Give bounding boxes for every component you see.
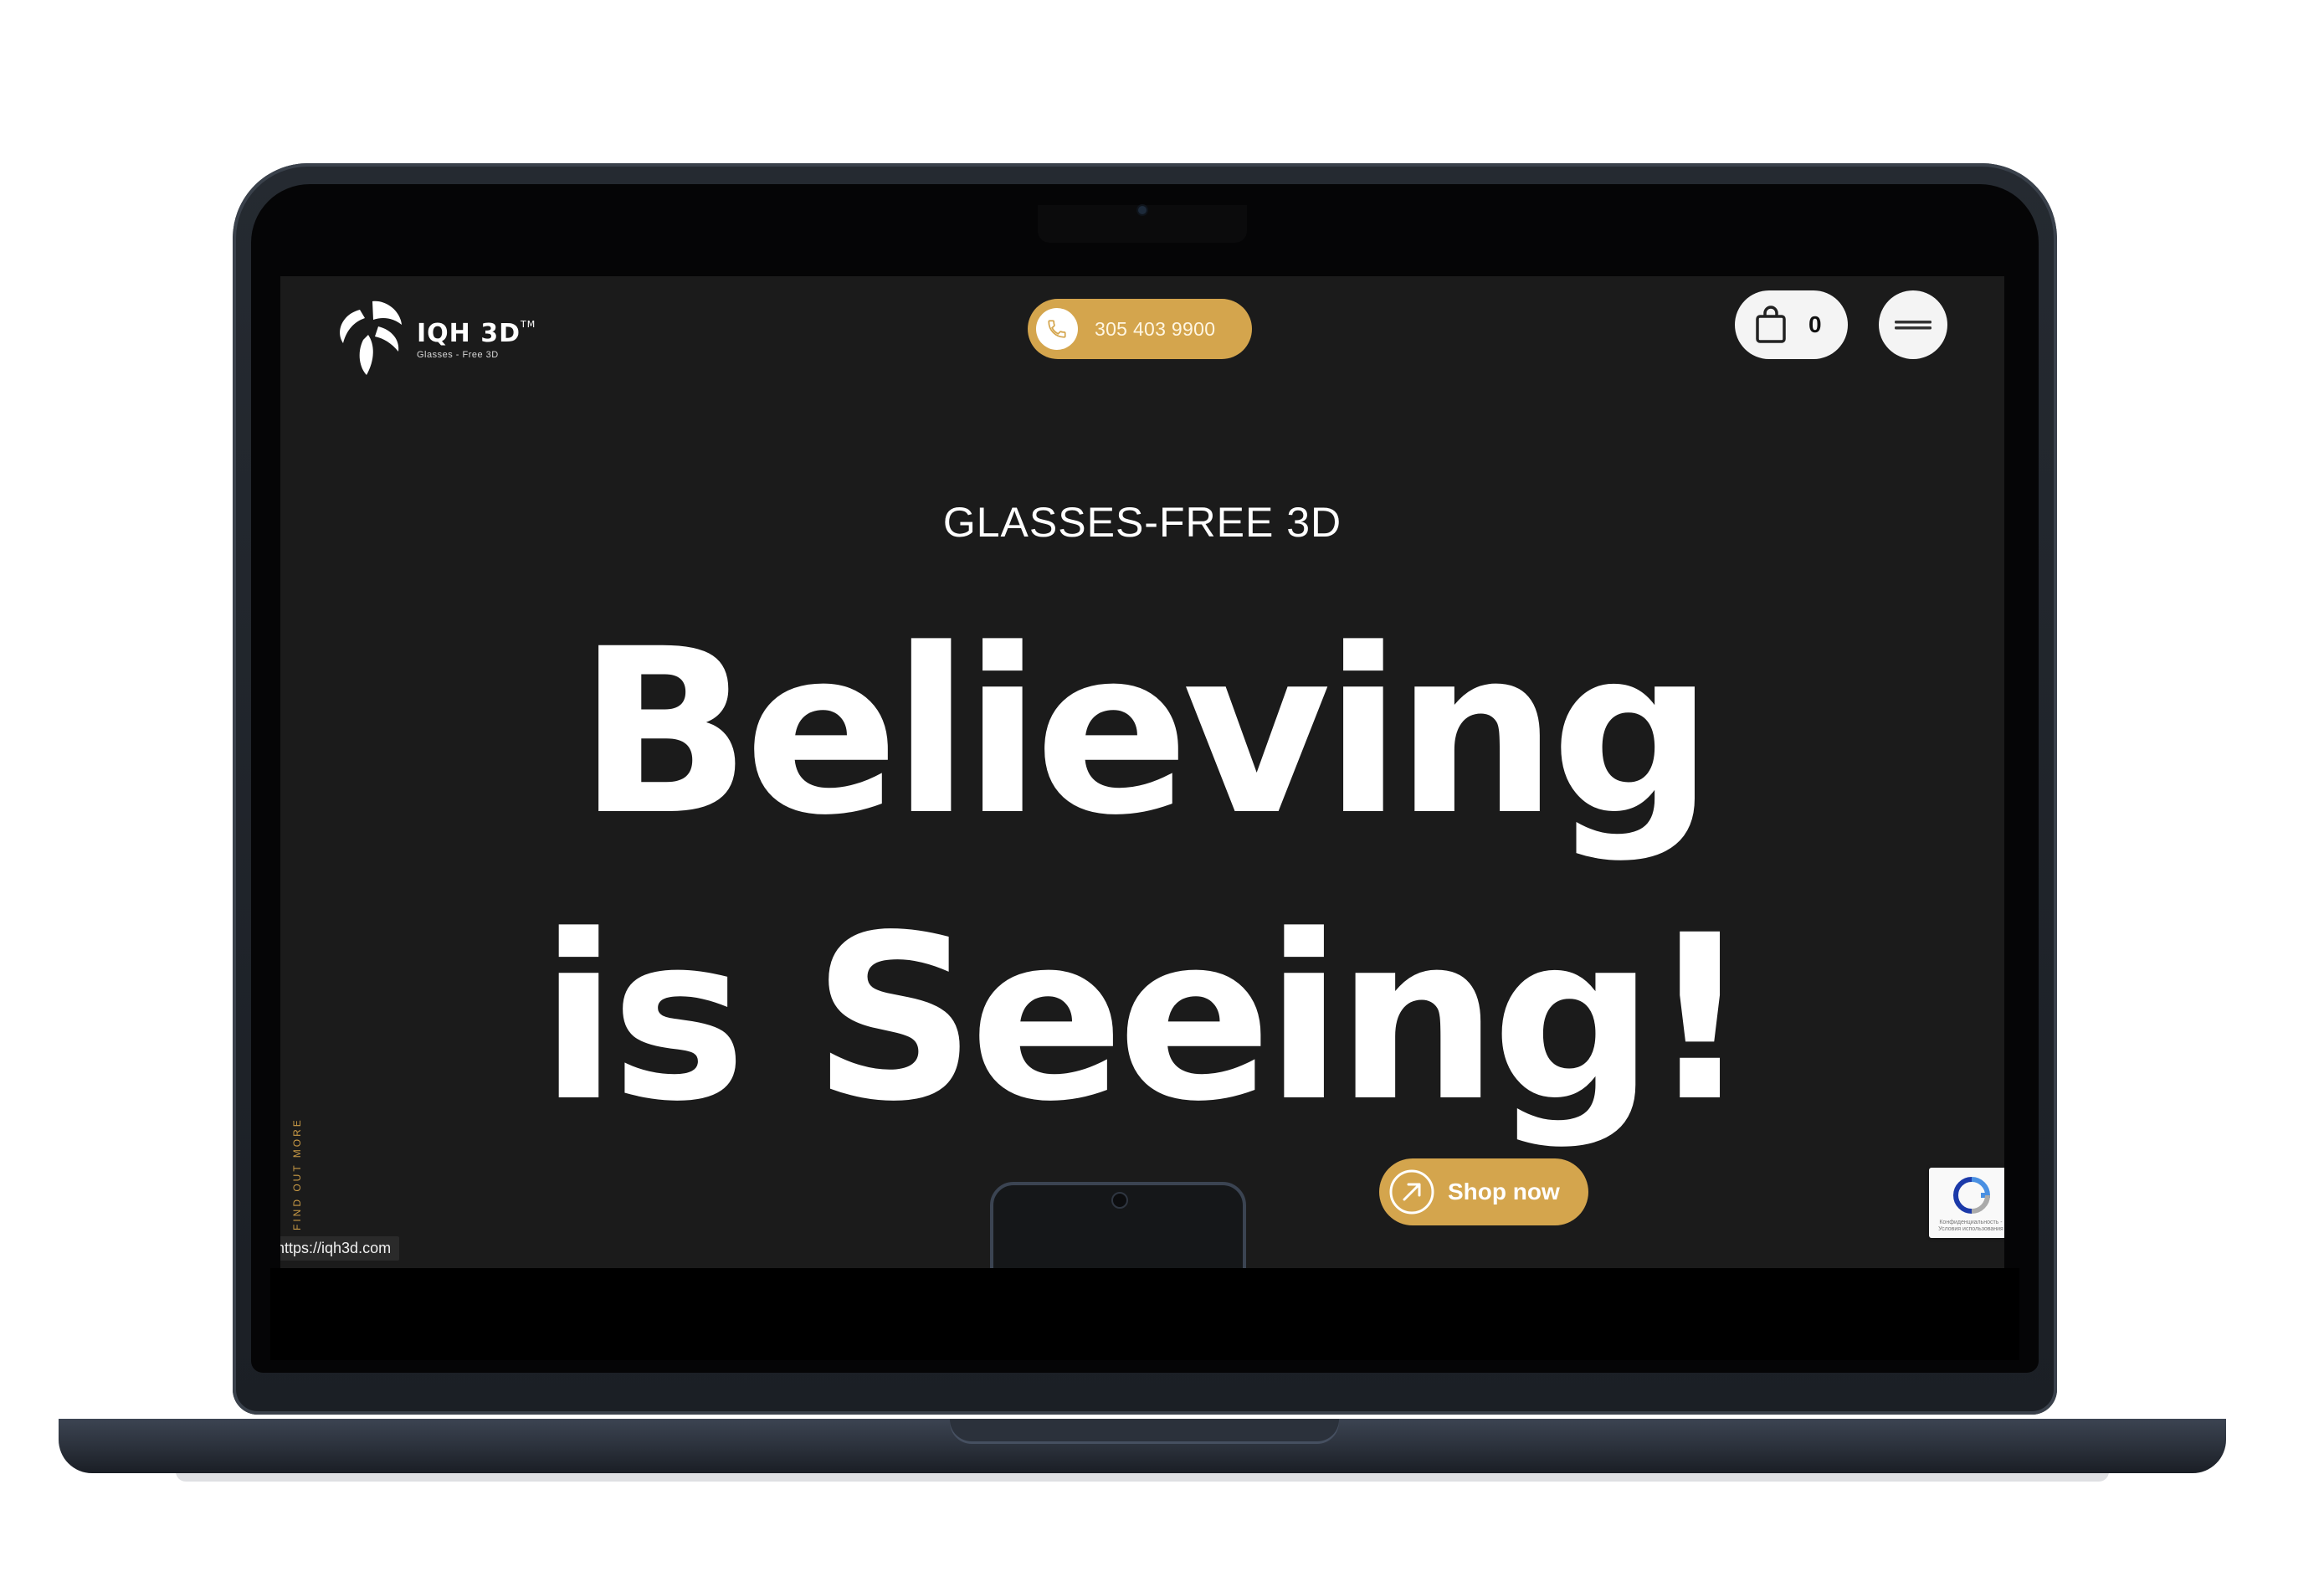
cart-button[interactable]: 0	[1735, 290, 1848, 359]
status-bar-url: https://iqh3d.com	[280, 1236, 400, 1261]
shop-now-label: Shop now	[1448, 1179, 1560, 1204]
phone-call-button[interactable]: 305 403 9900	[1028, 299, 1252, 359]
logo-trademark: TM	[521, 318, 536, 330]
recaptcha-badge[interactable]: Конфиденциальность - Условия использован…	[1929, 1168, 2004, 1238]
find-out-more-link[interactable]: FIND OUT MORE	[291, 1117, 303, 1230]
website-screen: IQH 3DTM Glasses - Free 3D 305 403 9900 …	[280, 276, 2004, 1268]
webcam-icon	[1138, 206, 1147, 214]
device-camera	[1111, 1192, 1128, 1209]
shopping-bag-icon	[1756, 306, 1786, 343]
logo-text: IQH 3DTM Glasses - Free 3D	[417, 319, 536, 360]
hero-headline-line1: Believing	[577, 601, 1714, 865]
hamburger-menu-icon	[1895, 321, 1932, 330]
iqh-logo-icon	[340, 300, 402, 375]
recaptcha-links: Конфиденциальность - Условия использован…	[1938, 1220, 2003, 1233]
hero-headline-line2: is Seeing!	[539, 887, 1752, 1152]
arrow-up-right-icon	[1389, 1169, 1434, 1215]
logo-name: IQH 3DTM	[417, 319, 536, 348]
shop-now-button[interactable]: Shop now	[1379, 1158, 1588, 1225]
screen-bottom-bezel	[270, 1268, 2019, 1360]
menu-button[interactable]	[1879, 290, 1947, 359]
phone-icon	[1036, 308, 1078, 350]
hero-eyebrow: GLASSES-FREE 3D	[942, 499, 1342, 546]
device-preview-image	[990, 1182, 1246, 1268]
laptop-hinge	[950, 1419, 1339, 1444]
cart-count: 0	[1808, 311, 1822, 337]
site-logo[interactable]: IQH 3DTM Glasses - Free 3D	[326, 293, 536, 385]
logo-tagline: Glasses - Free 3D	[417, 349, 499, 360]
phone-number: 305 403 9900	[1095, 317, 1216, 340]
logo-name-text: IQH 3D	[417, 318, 521, 348]
recaptcha-icon	[1952, 1177, 1991, 1214]
laptop-mockup: IQH 3DTM Glasses - Free 3D 305 403 9900 …	[0, 0, 2324, 1582]
